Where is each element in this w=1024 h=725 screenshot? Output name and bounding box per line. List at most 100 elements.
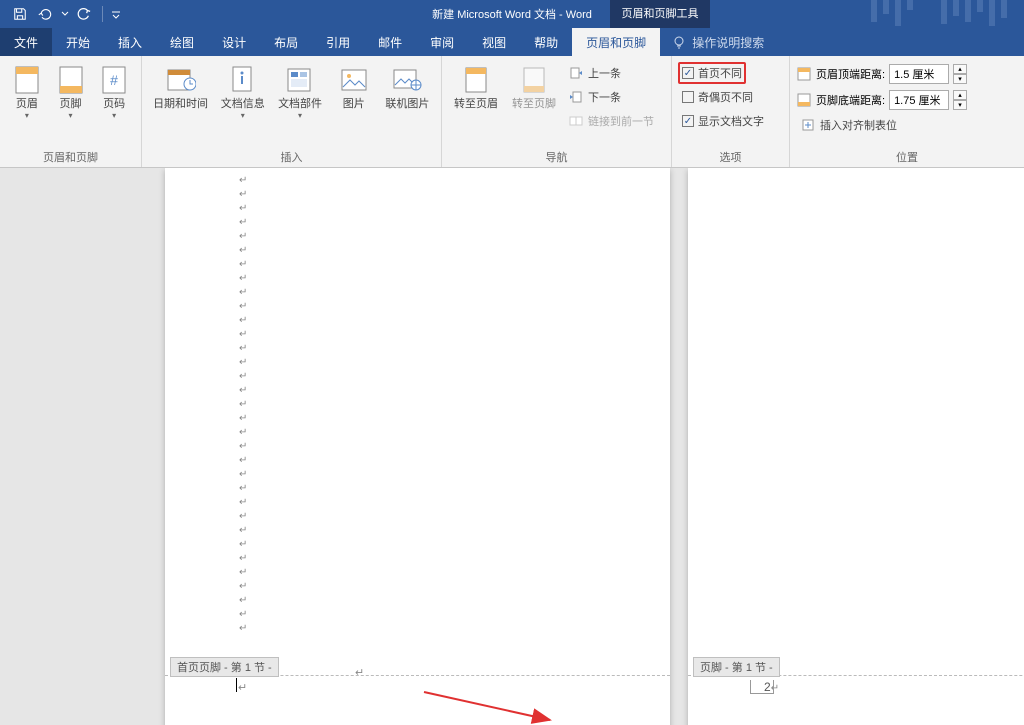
document-title: 新建 Microsoft Word 文档 - Word <box>432 6 592 22</box>
customize-qat-button[interactable] <box>109 2 123 26</box>
next-section-button[interactable]: 下一条 <box>564 86 658 108</box>
page-number-label: 页码 <box>103 98 125 111</box>
footer-icon <box>55 64 87 96</box>
page-number-button[interactable]: # 页码 ▾ <box>93 60 135 124</box>
tab-home[interactable]: 开始 <box>52 28 104 56</box>
footer-bottom-input[interactable] <box>889 90 949 110</box>
document-info-icon <box>227 64 259 96</box>
window-title: 新建 Microsoft Word 文档 - Word <box>432 6 592 22</box>
chevron-down-icon: ▾ <box>298 111 302 120</box>
header-top-distance-row: 页眉顶端距离: ▴▾ <box>796 62 967 86</box>
paragraph-mark: ↵ <box>771 683 779 694</box>
next-icon <box>568 89 584 105</box>
tab-draw[interactable]: 绘图 <box>156 28 208 56</box>
picture-button[interactable]: 图片 <box>330 60 378 115</box>
chevron-down-icon: ▾ <box>241 111 245 120</box>
group-navigation: 转至页眉 转至页脚 上一条 下一条 链接到前一节 <box>442 56 672 167</box>
prev-label: 上一条 <box>588 65 621 81</box>
footer-distance-icon <box>796 92 812 108</box>
annotation-arrow <box>420 688 560 725</box>
tab-layout[interactable]: 布局 <box>260 28 312 56</box>
paragraph-mark: ↵ <box>238 681 247 694</box>
page-number-value: 2 <box>764 680 771 694</box>
link-to-previous-button: 链接到前一节 <box>564 110 658 132</box>
prev-icon <box>568 65 584 81</box>
online-picture-label: 联机图片 <box>385 98 429 111</box>
next-label: 下一条 <box>588 89 621 105</box>
datetime-label: 日期和时间 <box>153 98 208 111</box>
goto-header-label: 转至页眉 <box>454 98 498 111</box>
page-number-field[interactable]: 2↵ <box>764 680 779 694</box>
insert-alignment-tab-button[interactable]: 插入对齐制表位 <box>796 114 901 136</box>
docinfo-button[interactable]: 文档信息 ▾ <box>215 60 270 124</box>
picture-label: 图片 <box>343 98 365 111</box>
datetime-button[interactable]: 日期和时间 <box>148 60 213 115</box>
undo-button[interactable] <box>34 2 58 26</box>
group-label-hf: 页眉和页脚 <box>6 147 135 165</box>
group-insert: 日期和时间 文档信息 ▾ 文档部件 ▾ 图片 联机图片 插入 <box>142 56 442 167</box>
goto-footer-button[interactable]: 转至页脚 <box>506 60 562 115</box>
checkbox-icon <box>682 91 694 103</box>
footer-bottom-spinner[interactable]: ▴▾ <box>953 90 967 110</box>
paragraph-marks: ↵↵↵↵↵↵↵↵↵↵↵↵↵↵↵↵↵↵↵↵↵↵↵↵↵↵↵↵↵↵↵↵↵ <box>239 174 247 636</box>
goto-header-button[interactable]: 转至页眉 <box>448 60 504 115</box>
ribbon-tabs: 文件 开始 插入 绘图 设计 布局 引用 邮件 审阅 视图 帮助 页眉和页脚 操… <box>0 28 1024 56</box>
save-button[interactable] <box>8 2 32 26</box>
spin-down-icon[interactable]: ▾ <box>953 74 967 84</box>
group-label-options: 选项 <box>678 147 783 165</box>
docparts-button[interactable]: 文档部件 ▾ <box>272 60 327 124</box>
page-number-icon: # <box>98 64 130 96</box>
insert-tab-label: 插入对齐制表位 <box>820 117 897 133</box>
ribbon: 页眉 ▾ 页脚 ▾ # 页码 ▾ 页眉和页脚 日期和时间 <box>0 56 1024 168</box>
checkbox-icon: ✓ <box>682 67 694 79</box>
header-top-spinner[interactable]: ▴▾ <box>953 64 967 84</box>
online-picture-icon <box>391 64 423 96</box>
spin-up-icon[interactable]: ▴ <box>953 90 967 100</box>
link-prev-label: 链接到前一节 <box>588 113 654 129</box>
spin-up-icon[interactable]: ▴ <box>953 64 967 74</box>
group-label-nav: 导航 <box>448 147 665 165</box>
tab-insert[interactable]: 插入 <box>104 28 156 56</box>
show-document-text-checkbox[interactable]: ✓ 显示文档文字 <box>678 110 768 132</box>
goto-header-icon <box>460 64 492 96</box>
separator <box>102 6 103 22</box>
tab-references[interactable]: 引用 <box>312 28 364 56</box>
different-odd-even-checkbox[interactable]: 奇偶页不同 <box>678 86 757 108</box>
document-canvas[interactable]: ↵↵↵↵↵↵↵↵↵↵↵↵↵↵↵↵↵↵↵↵↵↵↵↵↵↵↵↵↵↵↵↵↵ ↵ 首页页脚… <box>0 168 1024 725</box>
header-top-input[interactable] <box>889 64 949 84</box>
chevron-down-icon: ▾ <box>25 111 29 120</box>
tab-help[interactable]: 帮助 <box>520 28 572 56</box>
title-decoration <box>864 0 1024 28</box>
undo-dropdown[interactable] <box>60 2 70 26</box>
redo-button[interactable] <box>72 2 96 26</box>
footer-button[interactable]: 页脚 ▾ <box>50 60 92 124</box>
tell-me-placeholder: 操作说明搜索 <box>692 34 764 51</box>
tab-mail[interactable]: 邮件 <box>364 28 416 56</box>
tab-header-footer[interactable]: 页眉和页脚 <box>572 28 660 56</box>
chevron-down-icon: ▾ <box>69 111 73 120</box>
tab-design[interactable]: 设计 <box>208 28 260 56</box>
title-bar: 新建 Microsoft Word 文档 - Word 页眉和页脚工具 <box>0 0 1024 28</box>
docinfo-label: 文档信息 <box>221 98 265 111</box>
different-first-page-checkbox[interactable]: ✓ 首页不同 <box>678 62 746 84</box>
prev-section-button[interactable]: 上一条 <box>564 62 658 84</box>
online-picture-button[interactable]: 联机图片 <box>380 60 435 115</box>
chevron-down-icon: ▾ <box>112 111 116 120</box>
group-header-footer: 页眉 ▾ 页脚 ▾ # 页码 ▾ 页眉和页脚 <box>0 56 142 167</box>
diff-odd-even-label: 奇偶页不同 <box>698 89 753 105</box>
goto-footer-icon <box>518 64 550 96</box>
quick-parts-icon <box>284 64 316 96</box>
tab-stop-icon <box>800 117 816 133</box>
page-2[interactable]: 页脚 - 第 1 节 - 2↵ <box>688 168 1024 725</box>
header-button[interactable]: 页眉 ▾ <box>6 60 48 124</box>
tab-file[interactable]: 文件 <box>0 28 52 56</box>
group-label-insert: 插入 <box>148 147 435 165</box>
tell-me-search[interactable]: 操作说明搜索 <box>660 28 776 56</box>
quick-access-toolbar <box>0 2 123 26</box>
spin-down-icon[interactable]: ▾ <box>953 100 967 110</box>
header-top-label: 页眉顶端距离: <box>816 66 885 82</box>
footer-bottom-distance-row: 页脚底端距离: ▴▾ <box>796 88 967 112</box>
tab-view[interactable]: 视图 <box>468 28 520 56</box>
page-1[interactable]: ↵↵↵↵↵↵↵↵↵↵↵↵↵↵↵↵↵↵↵↵↵↵↵↵↵↵↵↵↵↵↵↵↵ ↵ 首页页脚… <box>165 168 670 725</box>
tab-review[interactable]: 审阅 <box>416 28 468 56</box>
